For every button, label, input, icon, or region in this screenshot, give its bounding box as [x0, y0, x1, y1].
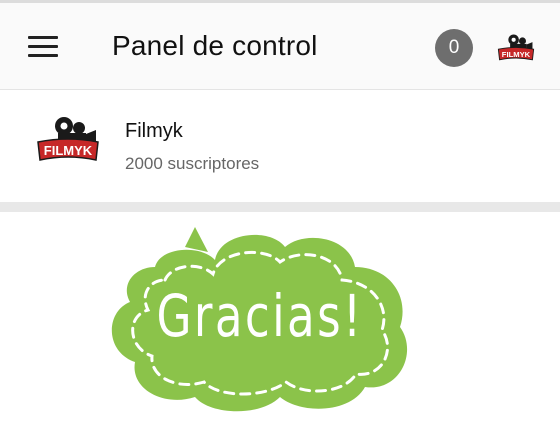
account-avatar-logo-text: FILMYK	[502, 50, 531, 59]
hamburger-menu-icon[interactable]	[28, 36, 60, 58]
notification-count-badge[interactable]: 0	[435, 29, 473, 67]
channel-logo: FILMYK	[37, 117, 99, 161]
channel-name: Filmyk	[125, 120, 183, 142]
gracias-text: Gracias!	[156, 282, 364, 350]
channel-logo-text: FILMYK	[44, 143, 93, 158]
section-divider	[0, 202, 560, 212]
subscriber-count: 2000 suscriptores	[125, 154, 260, 173]
app-bar: Panel de control 0 FILMYK	[0, 3, 560, 90]
channel-card[interactable]: FILMYK Filmyk 2000 suscriptores	[0, 90, 560, 202]
account-avatar[interactable]: FILMYK	[496, 32, 536, 64]
thank-you-graphic: Gracias!	[100, 222, 420, 417]
page-title: Panel de control	[112, 30, 318, 61]
